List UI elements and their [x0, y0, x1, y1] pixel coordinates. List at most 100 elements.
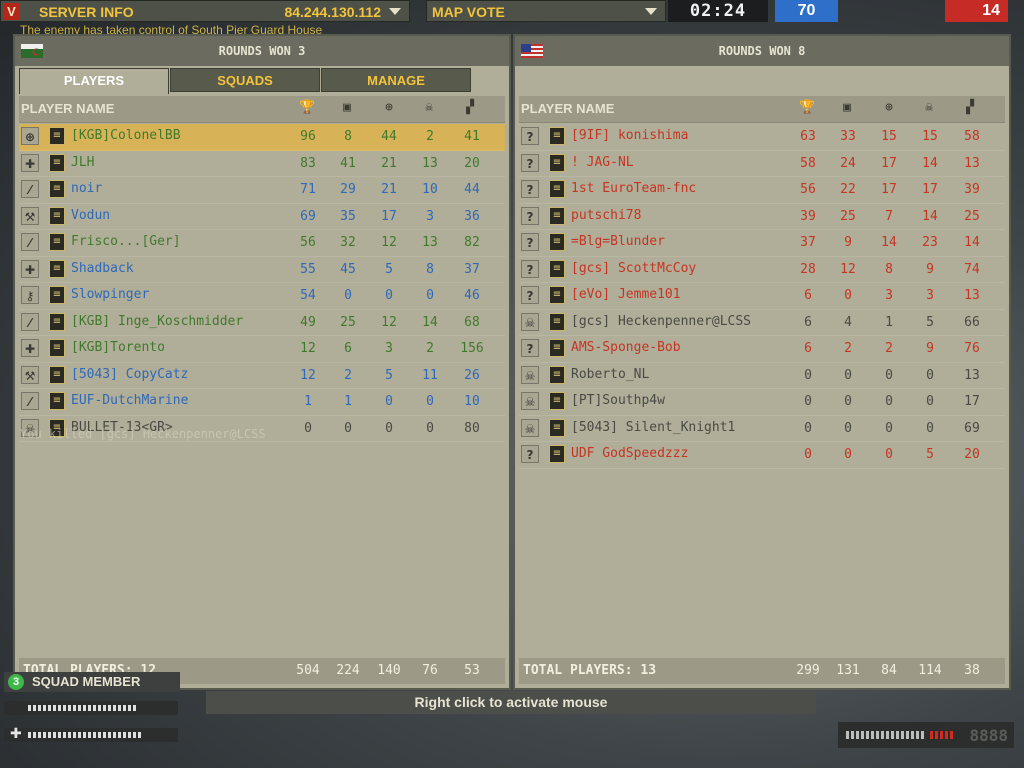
table-row[interactable]: ? ≡ 1st EuroTeam-fnc 56 22 17 17 39 — [519, 177, 1005, 204]
player-teamwork: 24 — [840, 155, 856, 171]
trophy-icon[interactable]: 🏆 — [299, 100, 315, 116]
table-row[interactable]: ☠ ≡ Roberto_NL 0 0 0 0 13 — [519, 363, 1005, 389]
table-row[interactable]: ⁄ ≡ noir 71 29 21 10 44 — [19, 177, 505, 204]
player-teamwork: 0 — [344, 288, 352, 303]
player-name: [KGB] Inge_Koschmidder — [71, 313, 244, 329]
red-team-tickets: 14 — [945, 0, 1008, 22]
kit-icon: ? — [521, 153, 539, 172]
player-kills: 14 — [881, 235, 897, 250]
total-ping: 53 — [464, 663, 480, 678]
player-deaths: 14 — [922, 208, 938, 224]
player-deaths: 0 — [426, 420, 434, 436]
tab-players[interactable]: PLAYERS — [19, 68, 169, 94]
player-ping: 37 — [464, 261, 480, 277]
player-name: =Blg=Blunder — [571, 234, 665, 249]
table-row[interactable]: ⁄ ≡ [KGB] Inge_Koschmidder 49 25 12 14 68 — [19, 310, 505, 336]
player-teamwork: 1 — [344, 394, 352, 409]
player-score: 0 — [804, 447, 812, 462]
player-teamwork: 12 — [840, 261, 856, 277]
rank-icon: ≡ — [49, 180, 65, 198]
kit-icon: ✚ — [21, 153, 39, 172]
player-kills: 1 — [885, 314, 893, 330]
table-row[interactable]: ✚ ≡ JLH 83 41 21 13 20 — [19, 151, 505, 177]
kit-icon: ? — [521, 286, 539, 304]
table-row[interactable]: ? ≡ AMS-Sponge-Bob 6 2 2 9 76 — [519, 336, 1005, 363]
player-teamwork: 32 — [340, 235, 356, 250]
player-ping: 156 — [460, 341, 484, 356]
table-row[interactable]: ? ≡ [gcs] ScottMcCoy 28 12 8 9 74 — [519, 257, 1005, 283]
player-teamwork: 0 — [844, 367, 852, 383]
table-row[interactable]: ⚷ ≡ Slowpinger 54 0 0 0 46 — [19, 283, 505, 310]
player-name-header[interactable]: PLAYER NAME — [521, 101, 614, 116]
player-kills: 0 — [385, 394, 393, 409]
table-row[interactable]: ☠ ≡ [5043] Silent_Knight1 0 0 0 0 69 — [519, 416, 1005, 442]
chevron-down-icon[interactable] — [645, 8, 657, 15]
table-row[interactable]: ? ≡ [9IF] konishima 63 33 15 15 58 — [519, 124, 1005, 151]
table-row[interactable]: ⚒ ≡ Vodun 69 35 17 3 36 — [19, 204, 505, 230]
chevron-down-icon[interactable] — [389, 8, 401, 15]
player-score: 6 — [804, 314, 812, 330]
table-row[interactable]: ⁄ ≡ Frisco...[Ger] 56 32 12 13 82 — [19, 230, 505, 257]
server-info-bar[interactable]: V SERVER INFO 84.244.130.112 — [0, 0, 410, 22]
player-name-header[interactable]: PLAYER NAME — [21, 101, 114, 116]
table-row[interactable]: ☠ ≡ [PT]Southp4w 0 0 0 0 17 — [519, 389, 1005, 416]
ping-icon[interactable]: ▞ — [962, 100, 978, 116]
table-row[interactable]: ? ≡ [eVo] Jemme101 6 0 3 3 13 — [519, 283, 1005, 310]
player-score: 0 — [304, 420, 312, 436]
teamwork-icon[interactable]: ▣ — [839, 100, 855, 116]
rank-icon: ≡ — [549, 365, 565, 384]
tab-manage[interactable]: MANAGE — [321, 68, 471, 92]
table-row[interactable]: ? ≡ ! JAG-NL 58 24 17 14 13 — [519, 151, 1005, 177]
player-ping: 44 — [464, 182, 480, 197]
table-row[interactable]: ☠ ≡ [gcs] Heckenpenner@LCSS 6 4 1 5 66 — [519, 310, 1005, 336]
rank-icon: ≡ — [49, 259, 65, 278]
player-name: Slowpinger — [71, 287, 150, 302]
kit-icon: ✚ — [21, 339, 39, 357]
table-row[interactable]: ⊕ ≡ [KGB]ColonelBB 96 8 44 2 41 — [19, 124, 505, 151]
trophy-icon[interactable]: 🏆 — [799, 100, 815, 116]
kit-icon: ☠ — [521, 418, 539, 437]
teamwork-icon[interactable]: ▣ — [339, 100, 355, 116]
squad-indicator: 3 SQUAD MEMBER — [4, 672, 180, 692]
player-score: 6 — [804, 288, 812, 303]
table-row[interactable]: ? ≡ putschi78 39 25 7 14 25 — [519, 204, 1005, 230]
crosshair-icon[interactable]: ⊕ — [381, 100, 397, 116]
player-name: [eVo] Jemme101 — [571, 287, 681, 302]
table-row[interactable]: ⚒ ≡ [5043] CopyCatz 12 2 5 11 26 — [19, 363, 505, 389]
player-kills: 0 — [385, 420, 393, 436]
map-vote-bar[interactable]: MAP VOTE — [426, 0, 666, 22]
kit-icon: ? — [521, 259, 539, 278]
table-row[interactable]: ? ≡ UDF GodSpeedzzz 0 0 0 5 20 — [519, 442, 1005, 469]
player-score: 6 — [804, 341, 812, 356]
ping-icon[interactable]: ▞ — [462, 100, 478, 116]
table-row[interactable]: ✚ ≡ Shadback 55 45 5 8 37 — [19, 257, 505, 283]
rank-icon: ≡ — [49, 392, 65, 410]
player-name: noir — [71, 181, 103, 196]
player-name: 1st EuroTeam-fnc — [571, 181, 697, 196]
player-name: [gcs] Heckenpenner@LCSS — [571, 313, 752, 329]
player-kills: 8 — [885, 261, 893, 277]
player-ping: 13 — [964, 367, 980, 383]
kill-message: You killed [gcs] Heckenpenner@LCSS — [20, 427, 266, 441]
rank-icon: ≡ — [549, 206, 565, 225]
player-score: 12 — [300, 341, 316, 356]
player-kills: 21 — [381, 155, 397, 171]
player-score: 56 — [800, 182, 816, 197]
table-row[interactable]: ⁄ ≡ EUF-DutchMarine 1 1 0 0 10 — [19, 389, 505, 416]
total-score: 299 — [796, 663, 820, 678]
crosshair-icon[interactable]: ⊕ — [881, 100, 897, 116]
kit-icon: ⚷ — [21, 286, 39, 304]
player-name: [5043] CopyCatz — [71, 366, 189, 382]
total-kills: 84 — [881, 663, 897, 678]
mouse-hint: Right click to activate mouse — [206, 691, 816, 714]
tab-squads[interactable]: SQUADS — [170, 68, 320, 92]
player-kills: 7 — [885, 208, 893, 224]
rank-icon: ≡ — [549, 259, 565, 278]
table-row[interactable]: ? ≡ =Blg=Blunder 37 9 14 23 14 — [519, 230, 1005, 257]
player-score: 71 — [300, 182, 316, 197]
skull-icon[interactable]: ☠ — [421, 100, 437, 116]
player-score: 1 — [304, 394, 312, 409]
skull-icon[interactable]: ☠ — [921, 100, 937, 116]
player-score: 12 — [300, 367, 316, 383]
table-row[interactable]: ✚ ≡ [KGB]Torento 12 6 3 2 156 — [19, 336, 505, 363]
